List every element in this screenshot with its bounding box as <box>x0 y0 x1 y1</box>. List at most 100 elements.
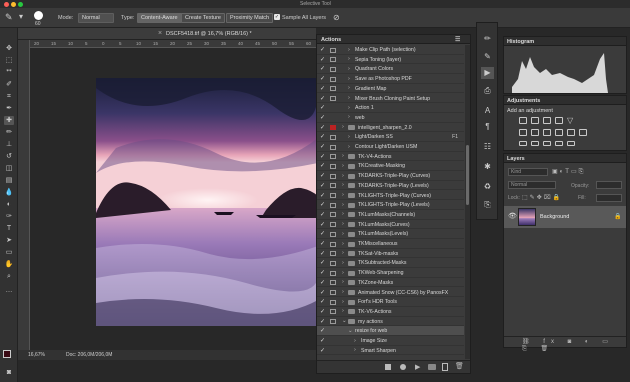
eyedropper-tool-icon[interactable]: ✒ <box>4 104 14 113</box>
chevron-right-icon[interactable]: › <box>348 114 350 120</box>
action-toggle-checkbox[interactable]: ✓ <box>320 279 325 286</box>
action-row[interactable]: ✓ › TKDARKS-Triple-Play (Levels) <box>317 181 464 191</box>
move-tool-icon[interactable]: ✥ <box>4 44 14 53</box>
chevron-right-icon[interactable]: › <box>342 221 344 227</box>
action-row[interactable]: ✓ › Action 1 <box>317 103 464 113</box>
chevron-right-icon[interactable]: › <box>342 279 344 285</box>
layer-filter-icons[interactable]: ▣◐T▭⎘ <box>552 168 585 176</box>
action-row[interactable]: ✓ › TKLumMasks(Levels) <box>317 229 464 239</box>
minimize-window-button[interactable] <box>11 2 16 7</box>
chevron-right-icon[interactable]: › <box>342 202 344 208</box>
action-row[interactable]: ✓ › TK-V4-Actions <box>317 152 464 162</box>
color-balance-icon[interactable] <box>531 129 539 136</box>
action-toggle-checkbox[interactable]: ✓ <box>320 56 325 63</box>
action-row[interactable]: ✓ › Image Size <box>317 336 464 346</box>
photo-filter-icon[interactable] <box>555 129 563 136</box>
info-icon[interactable]: ✱ <box>481 161 494 173</box>
dialog-toggle-box[interactable] <box>330 47 336 53</box>
foreground-color-swatch[interactable] <box>3 350 11 358</box>
chevron-right-icon[interactable]: › <box>342 308 344 314</box>
curves-icon[interactable] <box>543 117 551 124</box>
healing-brush-tool-icon[interactable]: ✚ <box>4 116 14 125</box>
dialog-toggle-box[interactable] <box>330 154 336 160</box>
chevron-right-icon[interactable]: › <box>342 211 344 217</box>
crop-tool-icon[interactable]: ⌗ <box>4 92 14 101</box>
dialog-toggle-box[interactable] <box>330 57 336 63</box>
character-icon[interactable]: A <box>481 105 494 117</box>
action-toggle-checkbox[interactable]: ✓ <box>320 327 325 334</box>
layer-name[interactable]: Background <box>540 214 569 220</box>
actions-scrollbar[interactable] <box>465 45 470 359</box>
action-toggle-checkbox[interactable]: ✓ <box>320 318 325 325</box>
action-row[interactable]: ✓ › intelligent_sharpen_2.0 <box>317 123 464 133</box>
action-row[interactable]: ✓ › Gradient Map <box>317 84 464 94</box>
eye-icon[interactable]: 👁 <box>508 212 517 220</box>
dialog-toggle-box[interactable] <box>330 96 336 101</box>
zoom-tool-icon[interactable]: ⌕ <box>4 272 14 281</box>
action-toggle-checkbox[interactable]: ✓ <box>320 250 325 257</box>
dialog-toggle-box[interactable] <box>330 125 336 131</box>
close-document-icon[interactable]: × <box>158 30 162 37</box>
chevron-right-icon[interactable]: › <box>354 347 356 353</box>
document-image[interactable] <box>96 78 318 326</box>
threshold-icon[interactable] <box>543 141 551 146</box>
chevron-right-icon[interactable]: › <box>348 47 350 53</box>
action-row[interactable]: ✓ › TKSubtracted-Masks <box>317 258 464 269</box>
brightness-icon[interactable] <box>519 117 527 124</box>
dialog-toggle-box[interactable] <box>330 222 336 228</box>
adjustments-header[interactable]: Adjustments <box>504 96 626 105</box>
delete-icon[interactable]: 🗑 <box>455 362 464 370</box>
properties-icon[interactable]: ☷ <box>481 141 494 153</box>
chevron-right-icon[interactable]: › <box>342 173 344 179</box>
spot-healing-tool-icon[interactable]: ✎ <box>5 12 13 23</box>
play-icon[interactable]: ▶ <box>415 363 420 371</box>
action-toggle-checkbox[interactable]: ✓ <box>320 347 325 354</box>
proximity-match-button[interactable]: Proximity Match <box>226 13 274 23</box>
action-toggle-checkbox[interactable]: ✓ <box>320 337 325 344</box>
action-toggle-checkbox[interactable]: ✓ <box>320 124 325 131</box>
dialog-toggle-box[interactable] <box>330 241 336 247</box>
chevron-down-icon[interactable]: ⌄ <box>342 318 347 324</box>
action-toggle-checkbox[interactable]: ✓ <box>320 95 325 102</box>
chevron-right-icon[interactable]: › <box>342 260 344 266</box>
chevron-right-icon[interactable]: › <box>342 153 344 159</box>
action-toggle-checkbox[interactable]: ✓ <box>320 75 325 82</box>
panel-menu-icon[interactable]: ☰ <box>455 36 460 43</box>
dialog-toggle-box[interactable] <box>330 193 336 198</box>
color-lookup-icon[interactable] <box>579 129 587 136</box>
chevron-right-icon[interactable]: › <box>342 192 344 198</box>
posterize-icon[interactable] <box>531 141 539 146</box>
action-toggle-checkbox[interactable]: ✓ <box>320 162 325 169</box>
invert-icon[interactable] <box>519 141 527 146</box>
clone-stamp-tool-icon[interactable]: ⊥ <box>4 140 14 149</box>
action-row[interactable]: ✓ › TKLIGHTS-Triple-Play (Levels) <box>317 200 464 210</box>
action-row[interactable]: ✓ › Make Clip Path (selection) <box>317 45 464 55</box>
chevron-right-icon[interactable]: › <box>342 241 344 247</box>
scroll-thumb[interactable] <box>466 145 469 205</box>
histogram-header[interactable]: Histogram <box>504 37 626 46</box>
create-texture-button[interactable]: Create Texture <box>181 13 225 23</box>
hue-saturation-icon[interactable] <box>519 129 527 136</box>
levels-icon[interactable] <box>531 117 539 124</box>
action-row[interactable]: ✓ › TKCreative-Masking <box>317 161 464 172</box>
black-white-icon[interactable] <box>543 129 551 136</box>
vibrance-icon[interactable]: ▽ <box>567 117 575 125</box>
action-toggle-checkbox[interactable]: ✓ <box>320 143 325 150</box>
action-row[interactable]: ✓ › TKDARKS-Triple-Play (Curves) <box>317 171 464 181</box>
more-tools-icon[interactable]: … <box>4 286 14 295</box>
layers-footer-icons[interactable]: ⛓ fx ◙ ◐ ▭ ⎘ 🗑 <box>522 338 626 353</box>
chevron-right-icon[interactable]: › <box>348 76 350 82</box>
chevron-right-icon[interactable]: › <box>348 95 350 101</box>
action-row[interactable]: ✓ › Save as Photoshop PDF <box>317 74 464 84</box>
chevron-right-icon[interactable]: › <box>342 231 344 237</box>
stop-icon[interactable] <box>385 364 391 370</box>
libraries-icon[interactable]: ♻ <box>481 181 494 193</box>
document-tab-title[interactable]: DSCF5418.tif @ 16,7% (RGB/16) * <box>166 31 252 37</box>
chevron-right-icon[interactable]: › <box>342 182 344 188</box>
path-selection-tool-icon[interactable]: ➤ <box>4 236 14 245</box>
action-row[interactable]: ✓ › Forf's HDR Tools <box>317 297 464 307</box>
layer-filter-kind[interactable]: Kind <box>508 168 548 176</box>
chevron-right-icon[interactable]: › <box>342 163 344 169</box>
action-toggle-checkbox[interactable]: ✓ <box>320 104 325 111</box>
action-toggle-checkbox[interactable]: ✓ <box>320 114 325 121</box>
